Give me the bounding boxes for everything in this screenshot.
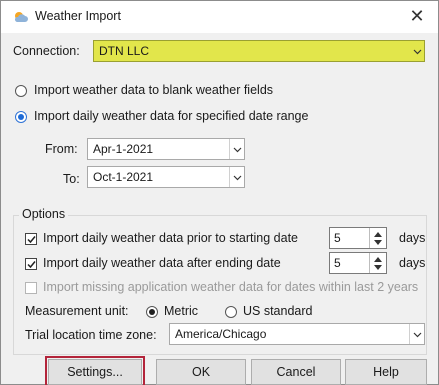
chevron-down-icon: [409, 324, 424, 344]
help-button[interactable]: Help: [345, 359, 427, 385]
blank-fields-label[interactable]: Import weather data to blank weather fie…: [34, 83, 273, 97]
to-date-dropdown[interactable]: Oct-1-2021: [87, 166, 245, 188]
blank-fields-radio[interactable]: [15, 85, 27, 97]
after-checkbox[interactable]: [25, 258, 37, 270]
spin-arrows-icon[interactable]: [369, 228, 386, 248]
timezone-dropdown[interactable]: America/Chicago: [169, 323, 425, 345]
connection-dropdown[interactable]: DTN LLC: [93, 40, 425, 62]
connection-label: Connection:: [13, 44, 80, 58]
us-standard-label[interactable]: US standard: [243, 304, 312, 318]
timezone-label: Trial location time zone:: [25, 328, 157, 342]
close-icon[interactable]: ✕: [406, 5, 428, 27]
after-days-unit: days: [399, 256, 426, 270]
metric-radio[interactable]: [146, 306, 158, 318]
after-days-stepper[interactable]: 5: [329, 252, 387, 274]
measurement-unit-label: Measurement unit:: [25, 304, 129, 318]
metric-label[interactable]: Metric: [164, 304, 198, 318]
timezone-value: America/Chicago: [175, 327, 267, 341]
prior-label[interactable]: Import daily weather data prior to start…: [43, 231, 298, 245]
prior-days-stepper[interactable]: 5: [329, 227, 387, 249]
date-range-radio[interactable]: [15, 111, 27, 123]
cancel-button[interactable]: Cancel: [251, 359, 341, 385]
date-range-label[interactable]: Import daily weather data for specified …: [34, 109, 308, 123]
missing-data-label: Import missing application weather data …: [43, 280, 419, 294]
ok-button[interactable]: OK: [156, 359, 246, 385]
chevron-down-icon: [410, 41, 424, 61]
after-days-value: 5: [334, 256, 341, 270]
spin-arrows-icon[interactable]: [369, 253, 386, 273]
title-bar: Weather Import ✕: [1, 1, 438, 33]
from-date-value: Apr-1-2021: [93, 142, 154, 156]
from-label: From:: [45, 142, 78, 156]
window-title: Weather Import: [35, 9, 121, 23]
settings-button[interactable]: Settings...: [45, 356, 145, 385]
to-label: To:: [63, 172, 80, 186]
weather-app-icon: [13, 9, 29, 25]
prior-days-unit: days: [399, 231, 426, 245]
weather-import-dialog: Weather Import ✕ Connection: DTN LLC Imp…: [0, 0, 439, 385]
chevron-down-icon: [229, 167, 244, 187]
from-date-dropdown[interactable]: Apr-1-2021: [87, 138, 245, 160]
us-standard-radio[interactable]: [225, 306, 237, 318]
prior-checkbox[interactable]: [25, 233, 37, 245]
prior-days-value: 5: [334, 231, 341, 245]
to-date-value: Oct-1-2021: [93, 170, 154, 184]
missing-data-checkbox: [25, 282, 37, 294]
after-label[interactable]: Import daily weather data after ending d…: [43, 256, 281, 270]
connection-value: DTN LLC: [99, 44, 150, 58]
options-group-label: Options: [19, 207, 69, 221]
chevron-down-icon: [229, 139, 244, 159]
